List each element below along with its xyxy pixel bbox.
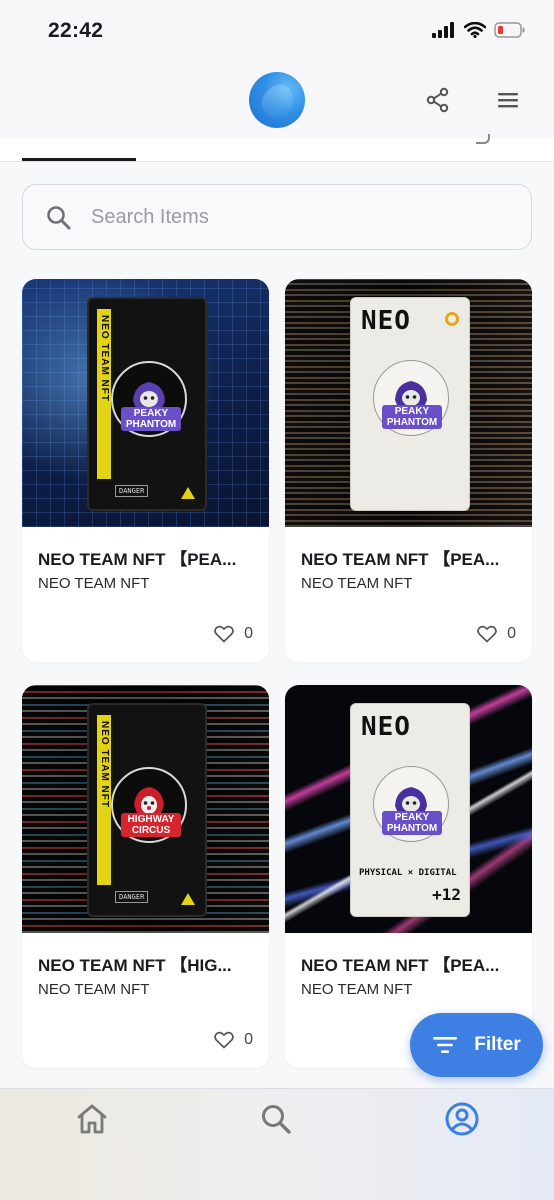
status-bar: 22:42 bbox=[0, 0, 554, 62]
warning-icon bbox=[181, 487, 195, 499]
search-box[interactable] bbox=[22, 184, 532, 250]
like-button[interactable]: 0 bbox=[214, 1031, 253, 1049]
like-count: 0 bbox=[507, 625, 516, 642]
nft-badge: PEAKY PHANTOM bbox=[373, 766, 449, 842]
like-button[interactable]: 0 bbox=[214, 625, 253, 643]
item-image[interactable]: NEO TEAM NFT HIGHWAY CIRCUS DANGER bbox=[22, 685, 269, 933]
warning-icon bbox=[181, 893, 195, 905]
item-image[interactable]: NEO PEAKY PHANTOM bbox=[285, 279, 532, 527]
filter-icon bbox=[433, 1037, 458, 1053]
item-title[interactable]: NEO TEAM NFT 【PEA... bbox=[301, 951, 523, 976]
nav-home[interactable] bbox=[72, 1099, 112, 1139]
heart-icon bbox=[477, 625, 497, 643]
item-collection: NEO TEAM NFT bbox=[38, 981, 150, 998]
bottom-nav bbox=[0, 1088, 554, 1200]
app-logo[interactable] bbox=[249, 72, 305, 128]
nft-artwork: NEO PEAKY PHANTOM bbox=[350, 297, 470, 511]
item-image[interactable]: NEO PEAKY PHANTOM PHYSICAL × DIGITAL +12 bbox=[285, 685, 532, 933]
app-header bbox=[0, 62, 554, 138]
nft-artwork: NEO PEAKY PHANTOM PHYSICAL × DIGITAL +12 bbox=[350, 703, 470, 917]
heart-icon bbox=[214, 625, 234, 643]
search-icon bbox=[262, 1105, 291, 1134]
hamburger-icon bbox=[498, 93, 518, 108]
filter-label: Filter bbox=[474, 1034, 521, 1055]
battery-icon bbox=[494, 22, 525, 38]
tab-strip bbox=[0, 134, 554, 162]
item-card[interactable]: NEO PEAKY PHANTOM PHYSICAL × DIGITAL +12… bbox=[285, 685, 532, 1068]
item-title[interactable]: NEO TEAM NFT 【PEA... bbox=[38, 545, 260, 570]
like-count: 0 bbox=[244, 625, 253, 642]
menu-button[interactable] bbox=[492, 84, 524, 116]
item-collection: NEO TEAM NFT bbox=[301, 575, 413, 592]
search-icon bbox=[47, 206, 71, 230]
item-collection: NEO TEAM NFT bbox=[301, 981, 413, 998]
item-card[interactable]: NEO TEAM NFT PEAKY PHANTOM DANGER NEO TE… bbox=[22, 279, 269, 662]
nft-artwork: NEO TEAM NFT PEAKY PHANTOM DANGER bbox=[87, 297, 207, 511]
tab-label-fragment bbox=[476, 134, 490, 144]
like-button[interactable]: 0 bbox=[477, 625, 516, 643]
item-title[interactable]: NEO TEAM NFT 【HIG... bbox=[38, 951, 260, 976]
nav-profile[interactable] bbox=[442, 1099, 482, 1139]
share-icon bbox=[426, 87, 449, 113]
share-button[interactable] bbox=[422, 84, 454, 116]
search-input[interactable] bbox=[91, 197, 511, 237]
home-icon bbox=[77, 1104, 107, 1134]
item-image[interactable]: NEO TEAM NFT PEAKY PHANTOM DANGER bbox=[22, 279, 269, 527]
nav-search[interactable] bbox=[256, 1099, 296, 1139]
wifi-icon bbox=[464, 22, 486, 38]
profile-icon bbox=[445, 1102, 479, 1136]
status-time: 22:42 bbox=[48, 19, 104, 42]
nft-artwork: NEO TEAM NFT HIGHWAY CIRCUS DANGER bbox=[87, 703, 207, 917]
item-title[interactable]: NEO TEAM NFT 【PEA... bbox=[301, 545, 523, 570]
item-card[interactable]: NEO PEAKY PHANTOM NEO TEAM NFT 【PEA... N… bbox=[285, 279, 532, 662]
status-icons bbox=[432, 22, 526, 38]
nft-badge: PEAKY PHANTOM bbox=[111, 361, 187, 437]
heart-icon bbox=[214, 1031, 234, 1049]
nft-badge: PEAKY PHANTOM bbox=[373, 360, 449, 436]
item-card[interactable]: NEO TEAM NFT HIGHWAY CIRCUS DANGER NEO T… bbox=[22, 685, 269, 1068]
nft-badge: HIGHWAY CIRCUS bbox=[111, 767, 187, 843]
item-collection: NEO TEAM NFT bbox=[38, 575, 150, 592]
filter-button[interactable]: Filter bbox=[410, 1013, 543, 1077]
signal-icon bbox=[432, 22, 454, 38]
active-tab-indicator bbox=[22, 158, 136, 161]
like-count: 0 bbox=[244, 1031, 253, 1048]
